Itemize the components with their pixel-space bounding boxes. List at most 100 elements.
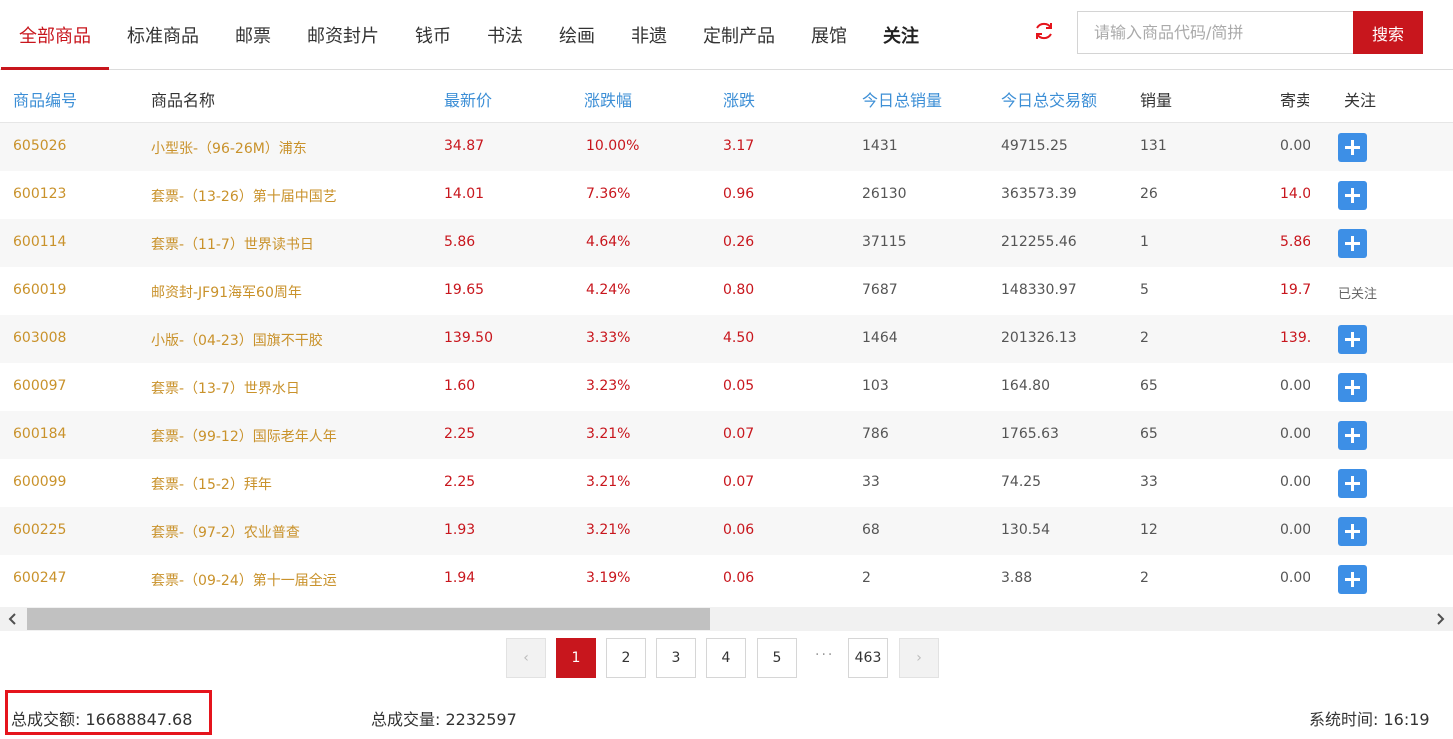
consign-price: 5.86 [1280,234,1310,250]
product-name[interactable]: 套票-（09-24）第十一届全运 [151,570,337,590]
page-button-last[interactable]: 463 [848,638,888,678]
product-name[interactable]: 套票-（97-2）农业普查 [151,522,300,542]
consign-price: 0.00 [1280,378,1310,394]
table-row[interactable]: 603008 小版-（04-23）国旗不干胶 139.50 3.33% 4.50 1464… [0,315,1453,363]
sales-count: 131 [1140,138,1167,154]
product-name[interactable]: 邮资封-JF91海军60周年 [151,282,302,302]
product-code[interactable]: 600114 [13,234,66,250]
product-name[interactable]: 套票-（15-2）拜年 [151,474,272,494]
page-button-4[interactable]: 4 [706,638,746,678]
product-name[interactable]: 小版-（04-23）国旗不干胶 [151,330,323,350]
table-row[interactable]: 600184 套票-（99-12）国际老年人年 2.25 3.21% 0.07 786 17… [0,411,1453,459]
table-row[interactable]: 600097 套票-（13-7）世界水日 1.60 3.23% 0.05 103 164.8… [0,363,1453,411]
consign-price: 19.7 [1280,282,1310,298]
tab-custom-products[interactable]: 定制产品 [703,22,775,48]
product-code[interactable]: 600247 [13,570,66,586]
plus-icon[interactable] [1338,373,1367,402]
tab-painting[interactable]: 绘画 [559,22,595,48]
next-page-button[interactable]: › [899,638,939,678]
product-name[interactable]: 小型张-（96-26M）浦东 [151,138,307,158]
tab-coins[interactable]: 钱币 [415,22,451,48]
header-change-percent[interactable]: 涨跌幅 [584,87,632,111]
header-product-name: 商品名称 [151,91,216,110]
change-percent: 3.23% [586,378,631,394]
today-amount: 49715.25 [1001,138,1068,154]
chevron-left-icon[interactable] [5,611,21,627]
header-today-volume[interactable]: 今日总销量 [862,87,942,111]
product-code[interactable]: 660019 [13,282,66,298]
header-change[interactable]: 涨跌 [723,87,755,111]
product-name[interactable]: 套票-（11-7）世界读书日 [151,234,314,254]
today-amount: 363573.39 [1001,186,1077,202]
horizontal-scrollbar[interactable] [0,607,1453,631]
search-input[interactable] [1077,11,1354,54]
plus-icon[interactable] [1338,421,1367,450]
product-code[interactable]: 600225 [13,522,66,538]
today-volume: 37115 [862,234,907,250]
system-time: 系统时间: 16:19 [1309,706,1430,730]
system-time-label: 系统时间: [1309,710,1379,729]
table-row[interactable]: 600123 套票-（13-26）第十届中国艺 14.01 7.36% 0.96 2613… [0,171,1453,219]
page-button-3[interactable]: 3 [656,638,696,678]
chevron-right-icon[interactable] [1432,611,1448,627]
sales-count: 1 [1140,234,1149,250]
consign-price: 0.00 [1280,570,1310,586]
plus-icon[interactable] [1338,229,1367,258]
product-code[interactable]: 600099 [13,474,66,490]
search-button[interactable]: 搜索 [1353,11,1423,54]
scrollbar-thumb[interactable] [27,608,710,630]
summary-footer: 总成交额: 16688847.68 总成交量: 2232597 系统时间: 16… [0,690,1453,739]
table-row[interactable]: 660019 邮资封-JF91海军60周年 19.65 4.24% 0.80 7687 14… [0,267,1453,315]
active-tab-indicator [1,67,109,70]
header-follow: 关注 [1344,91,1377,110]
prev-page-button[interactable]: ‹ [506,638,546,678]
tab-all-products[interactable]: 全部商品 [19,22,91,48]
tab-calligraphy[interactable]: 书法 [487,22,523,48]
page-button-1[interactable]: 1 [556,638,596,678]
product-name[interactable]: 套票-（13-7）世界水日 [151,378,300,398]
tab-exhibition-hall[interactable]: 展馆 [811,22,847,48]
page-button-2[interactable]: 2 [606,638,646,678]
plus-icon[interactable] [1338,181,1367,210]
latest-price: 34.87 [444,138,485,154]
latest-price: 14.01 [444,186,485,202]
plus-icon[interactable] [1338,565,1367,594]
change-value: 0.05 [723,378,755,394]
tab-standard-products[interactable]: 标准商品 [127,22,199,48]
table-row[interactable]: 600099 套票-（15-2）拜年 2.25 3.21% 0.07 33 74.25 33 0… [0,459,1453,507]
total-volume-label: 总成交量: [371,710,441,729]
today-volume: 1464 [862,330,898,346]
header-today-amount[interactable]: 今日总交易额 [1001,87,1097,111]
product-code[interactable]: 600184 [13,426,66,442]
plus-icon[interactable] [1338,469,1367,498]
consign-price: 0.00 [1280,426,1310,442]
plus-icon[interactable] [1338,517,1367,546]
tab-following[interactable]: 关注 [883,22,919,48]
product-code[interactable]: 605026 [13,138,66,154]
product-code[interactable]: 603008 [13,330,66,346]
plus-icon[interactable] [1338,325,1367,354]
refresh-icon[interactable] [1032,19,1056,43]
header-latest-price[interactable]: 最新价 [444,87,492,111]
sales-count: 65 [1140,426,1158,442]
header-product-code[interactable]: 商品编号 [13,87,77,111]
plus-icon[interactable] [1338,133,1367,162]
consign-price: 0.00 [1280,522,1310,538]
table-row[interactable]: 605026 小型张-（96-26M）浦东 34.87 10.00% 3.17 1431 4… [0,123,1453,171]
tab-intangible-heritage[interactable]: 非遗 [631,22,667,48]
tab-postal-stationery[interactable]: 邮资封片 [307,22,379,48]
today-amount: 74.25 [1001,474,1042,490]
table-row[interactable]: 600114 套票-（11-7）世界读书日 5.86 4.64% 0.26 37115 21… [0,219,1453,267]
consign-price: 14.0 [1280,186,1310,202]
table-row[interactable]: 600225 套票-（97-2）农业普查 1.93 3.21% 0.06 68 130.54… [0,507,1453,555]
product-name[interactable]: 套票-（13-26）第十届中国艺 [151,186,337,206]
page-button-5[interactable]: 5 [757,638,797,678]
product-code[interactable]: 600097 [13,378,66,394]
table-header: 商品编号 商品名称 最新价 涨跌幅 涨跌 今日总销量 今日总交易额 销量 寄卖 … [0,71,1453,123]
table-row[interactable]: 600247 套票-（09-24）第十一届全运 1.94 3.19% 0.06 2 3.88… [0,555,1453,603]
today-amount: 148330.97 [1001,282,1077,298]
tab-stamps[interactable]: 邮票 [235,22,271,48]
product-name[interactable]: 套票-（99-12）国际老年人年 [151,426,337,446]
change-value: 0.07 [723,426,755,442]
product-code[interactable]: 600123 [13,186,66,202]
